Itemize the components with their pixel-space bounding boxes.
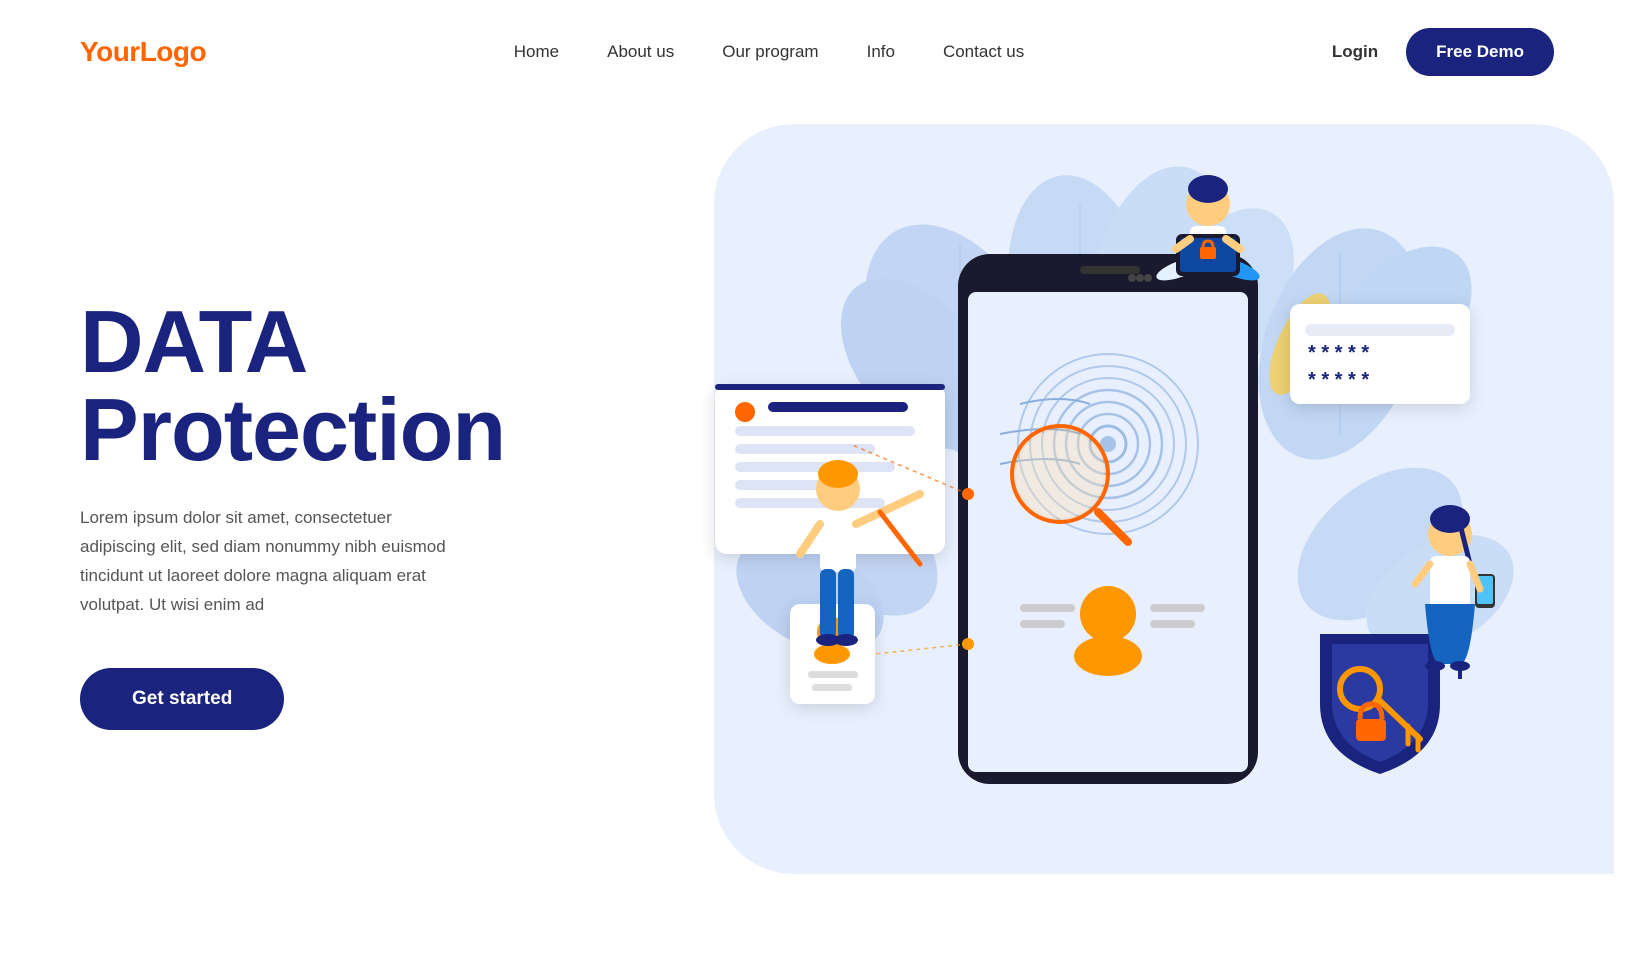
logo-text-accent: Logo [140, 36, 206, 67]
nav-about[interactable]: About us [607, 42, 674, 61]
logo[interactable]: YourLogo [80, 36, 206, 68]
logo-text-normal: Your [80, 36, 140, 67]
nav-home[interactable]: Home [514, 42, 559, 61]
login-button[interactable]: Login [1332, 42, 1378, 62]
illustration-svg: * * * * * * * * * * [660, 144, 1520, 844]
nav-links: Home About us Our program Info Contact u… [514, 42, 1024, 62]
navbar: YourLogo Home About us Our program Info … [0, 0, 1634, 104]
nav-actions: Login Free Demo [1332, 28, 1554, 76]
get-started-button[interactable]: Get started [80, 668, 284, 730]
hero-illustration: * * * * * * * * * * [600, 124, 1554, 904]
hero-title: DATA Protection [80, 298, 560, 474]
svg-text:* * * * *: * * * * * [1308, 369, 1369, 391]
hero-section: DATA Protection Lorem ipsum dolor sit am… [0, 104, 1634, 944]
svg-text:* * * * *: * * * * * [1308, 342, 1369, 364]
hero-text: DATA Protection Lorem ipsum dolor sit am… [80, 298, 560, 730]
nav-contact[interactable]: Contact us [943, 42, 1024, 61]
nav-program[interactable]: Our program [722, 42, 818, 61]
hero-description: Lorem ipsum dolor sit amet, consectetuer… [80, 504, 460, 620]
nav-info[interactable]: Info [867, 42, 895, 61]
free-demo-button[interactable]: Free Demo [1406, 28, 1554, 76]
